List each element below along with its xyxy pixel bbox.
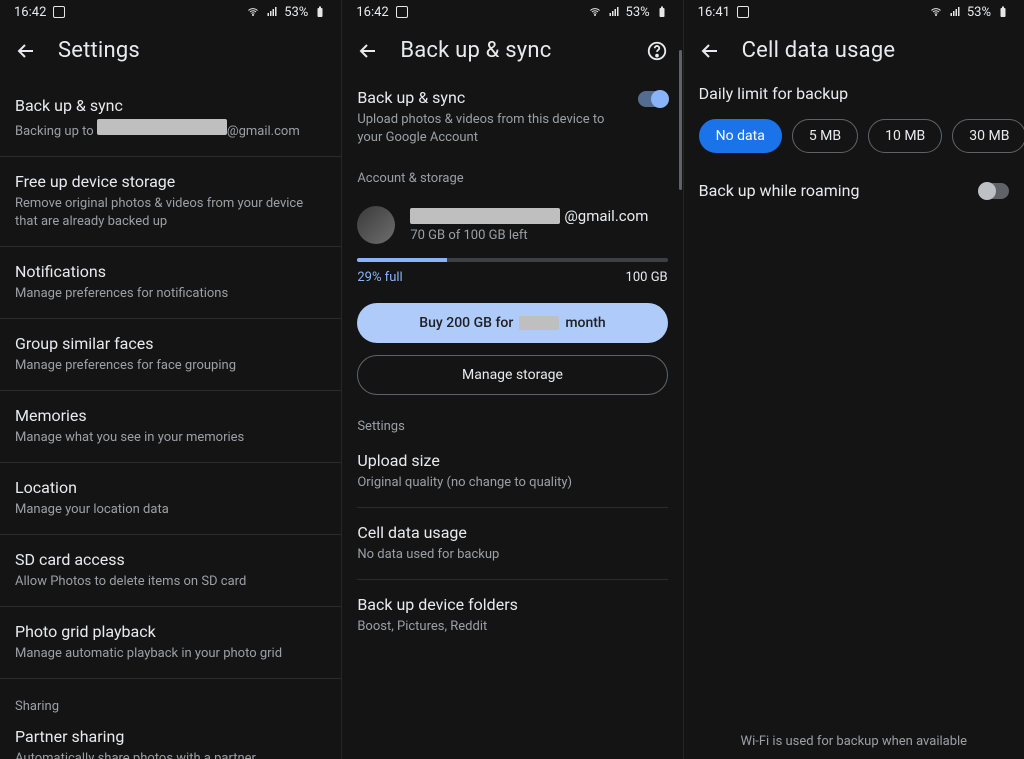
storage-pct: 29% full xyxy=(357,270,402,285)
row-roaming[interactable]: Back up while roaming xyxy=(684,155,1024,226)
back-icon[interactable] xyxy=(14,39,38,63)
image-icon xyxy=(396,6,408,18)
help-icon[interactable] xyxy=(645,39,669,63)
row-device-folders[interactable]: Back up device folders Boost, Pictures, … xyxy=(342,580,682,651)
storage-cap: 100 GB xyxy=(626,270,668,285)
avatar xyxy=(357,206,395,244)
row-photo-grid[interactable]: Photo grid playback Manage automatic pla… xyxy=(0,607,341,679)
header: Back up & sync xyxy=(342,24,682,81)
status-bar: 16:41 53% xyxy=(684,0,1024,24)
section-settings: Settings xyxy=(342,409,682,440)
redacted-price xyxy=(519,316,559,330)
section-account-storage: Account & storage xyxy=(342,157,682,192)
row-upload-size[interactable]: Upload size Original quality (no change … xyxy=(342,440,682,507)
account-row[interactable]: @gmail.com 70 GB of 100 GB left xyxy=(342,192,682,248)
chip-no-data[interactable]: No data xyxy=(699,119,782,153)
pane-cell-data: 16:41 53% Cell data usage Daily limit fo… xyxy=(683,0,1024,759)
header: Settings xyxy=(0,24,341,81)
row-sd-card[interactable]: SD card access Allow Photos to delete it… xyxy=(0,535,341,607)
image-icon xyxy=(737,6,749,18)
status-bar: 16:42 53% xyxy=(342,0,682,24)
daily-limit-label: Daily limit for backup xyxy=(699,83,1009,105)
battery-icon xyxy=(313,6,327,18)
row-backup-sync[interactable]: Back up & sync Backing up to @gmail.com xyxy=(0,81,341,157)
toggle-roaming[interactable] xyxy=(979,183,1009,199)
account-email: @gmail.com xyxy=(410,207,648,225)
pane-backup: 16:42 53% Back up & sync Back up & sync … xyxy=(341,0,682,759)
chip-10mb[interactable]: 10 MB xyxy=(868,119,942,153)
pane-settings: 16:42 53% Settings Back up & sync Backin… xyxy=(0,0,341,759)
image-icon xyxy=(53,6,65,18)
signal-icon xyxy=(265,6,279,18)
battery-pct: 53% xyxy=(284,5,308,20)
wifi-icon xyxy=(246,6,260,18)
battery-icon xyxy=(996,6,1010,18)
clock: 16:41 xyxy=(698,5,730,20)
back-icon[interactable] xyxy=(698,39,722,63)
footer-note: Wi-Fi is used for backup when available xyxy=(684,734,1024,749)
backup-main-toggle: Back up & sync Upload photos & videos fr… xyxy=(342,81,682,157)
storage-progress: 29% full 100 GB xyxy=(342,248,682,289)
row-cell-data[interactable]: Cell data usage No data used for backup xyxy=(342,508,682,579)
signal-icon xyxy=(948,6,962,18)
buy-storage-button[interactable]: Buy 200 GB for month xyxy=(357,303,667,343)
battery-pct: 53% xyxy=(967,5,991,20)
clock: 16:42 xyxy=(14,5,46,20)
status-bar: 16:42 53% xyxy=(0,0,341,24)
chip-30mb[interactable]: 30 MB xyxy=(952,119,1024,153)
row-notifications[interactable]: Notifications Manage preferences for not… xyxy=(0,247,341,319)
row-group-faces[interactable]: Group similar faces Manage preferences f… xyxy=(0,319,341,391)
redacted-email xyxy=(410,208,560,224)
row-memories[interactable]: Memories Manage what you see in your mem… xyxy=(0,391,341,463)
header: Cell data usage xyxy=(684,24,1024,81)
battery-icon xyxy=(655,6,669,18)
row-free-storage[interactable]: Free up device storage Remove original p… xyxy=(0,157,341,247)
toggle-backup-sync[interactable] xyxy=(638,91,668,107)
battery-pct: 53% xyxy=(626,5,650,20)
page-title: Back up & sync xyxy=(400,38,551,63)
page-title: Settings xyxy=(58,38,140,63)
scrollbar[interactable] xyxy=(679,50,682,190)
clock: 16:42 xyxy=(356,5,388,20)
signal-icon xyxy=(607,6,621,18)
row-partner-sharing[interactable]: Partner sharing Automatically share phot… xyxy=(0,720,341,759)
row-location[interactable]: Location Manage your location data xyxy=(0,463,341,535)
wifi-icon xyxy=(929,6,943,18)
manage-storage-button[interactable]: Manage storage xyxy=(357,355,667,395)
page-title: Cell data usage xyxy=(742,38,896,63)
storage-remaining: 70 GB of 100 GB left xyxy=(410,228,648,243)
chip-5mb[interactable]: 5 MB xyxy=(792,119,858,153)
back-icon[interactable] xyxy=(356,39,380,63)
daily-limit-chips: No data 5 MB 10 MB 30 MB Un xyxy=(684,109,1024,155)
redacted-email xyxy=(97,119,227,135)
section-sharing: Sharing xyxy=(0,679,341,720)
wifi-icon xyxy=(588,6,602,18)
